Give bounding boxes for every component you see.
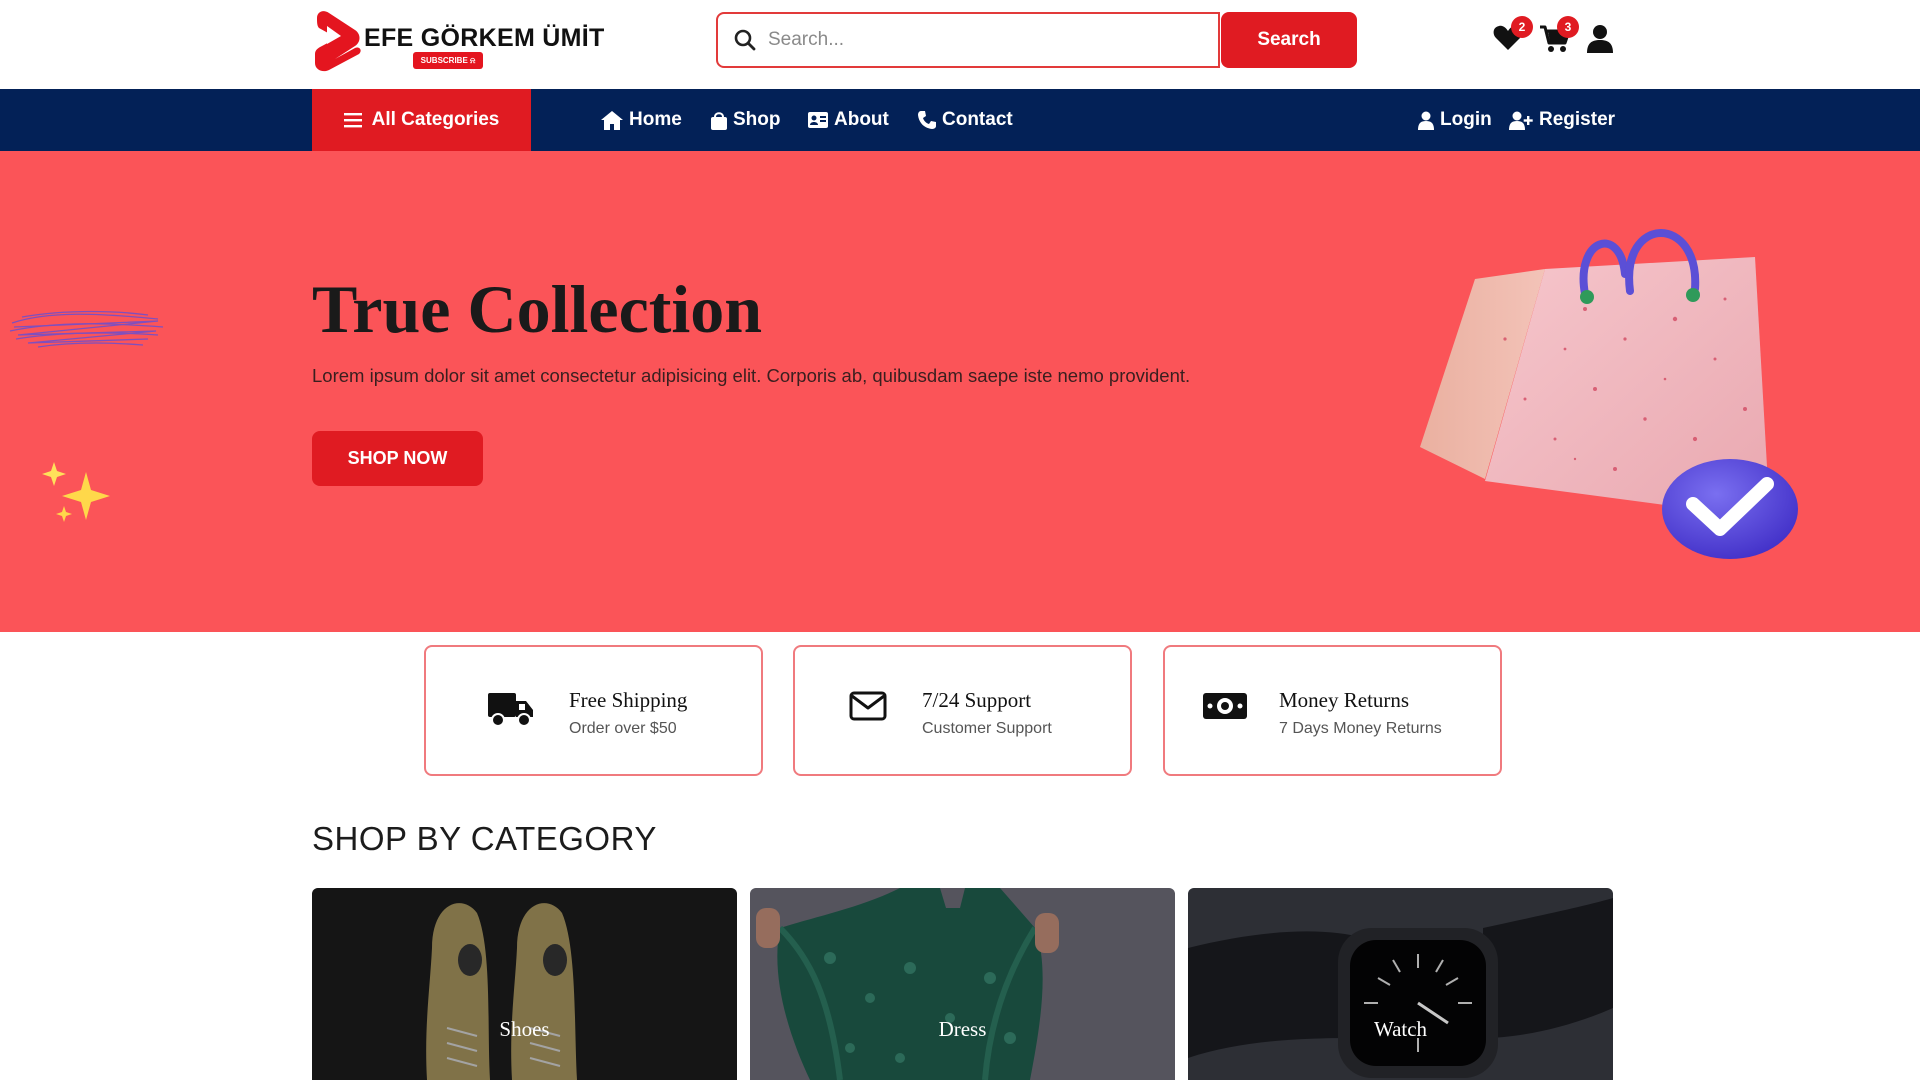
sparkles-icon — [42, 462, 110, 522]
account-button[interactable] — [1587, 24, 1621, 56]
play-logo-icon — [315, 11, 361, 72]
user-icon — [1418, 111, 1434, 130]
hero-title: True Collection — [312, 271, 763, 347]
nav-shop-label: Shop — [733, 109, 781, 130]
nav-shop[interactable]: Shop — [711, 89, 781, 151]
feature-card-money-returns: Money Returns 7 Days Money Returns — [1163, 645, 1502, 776]
category-label: Watch — [1373, 1017, 1428, 1041]
feature-subtitle: Customer Support — [922, 720, 1052, 737]
user-plus-icon — [1509, 111, 1533, 130]
login-link[interactable]: Login — [1418, 89, 1492, 151]
section-title: SHOP BY CATEGORY — [312, 820, 657, 857]
dress-image — [750, 888, 1175, 1080]
register-label: Register — [1539, 109, 1616, 130]
envelope-icon — [849, 691, 887, 721]
feature-subtitle: Order over $50 — [569, 720, 677, 737]
feature-card-free-shipping: Free Shipping Order over $50 — [424, 645, 763, 776]
hero-banner: True Collection Lorem ipsum dolor sit am… — [0, 151, 1920, 632]
feature-title: Money Returns — [1279, 688, 1410, 712]
home-icon — [601, 110, 623, 130]
brand-name: EFE GÖRKEM ÜMİT — [364, 24, 605, 52]
category-label: Shoes — [499, 1017, 550, 1041]
watch-image — [1188, 888, 1613, 1080]
wishlist-button[interactable]: 2 — [1493, 16, 1533, 56]
nav-home-label: Home — [629, 109, 682, 130]
feature-subtitle: 7 Days Money Returns — [1279, 720, 1442, 737]
category-card-shoes[interactable]: Shoes — [312, 888, 737, 1080]
feature-title: Free Shipping — [569, 688, 688, 712]
shoes-image — [312, 888, 737, 1080]
cart-button[interactable]: 3 — [1539, 16, 1579, 56]
money-icon — [1203, 693, 1247, 719]
nav-about[interactable]: About — [808, 89, 889, 151]
brand-logo[interactable]: EFE GÖRKEM ÜMİT SUBSCRIBE ⍾ — [311, 10, 604, 72]
login-label: Login — [1440, 109, 1492, 130]
search-input[interactable] — [768, 14, 1208, 66]
all-categories-button[interactable]: All Categories — [312, 89, 531, 151]
subscribe-label: SUBSCRIBE — [420, 56, 468, 65]
search-box — [716, 12, 1220, 68]
shopping-bag-illustration-icon — [1420, 229, 1798, 559]
feature-title: 7/24 Support — [922, 688, 1032, 712]
category-card-dress[interactable]: Dress — [750, 888, 1175, 1080]
cart-count-badge: 3 — [1557, 16, 1579, 38]
search-icon — [734, 29, 756, 51]
site-header: EFE GÖRKEM ÜMİT SUBSCRIBE ⍾ Search 2 3 — [0, 0, 1920, 89]
register-link[interactable]: Register — [1509, 89, 1615, 151]
nav-home[interactable]: Home — [601, 89, 682, 151]
feature-card-support: 7/24 Support Customer Support — [793, 645, 1132, 776]
category-card-watch[interactable]: Watch — [1188, 888, 1613, 1080]
category-label: Dress — [938, 1017, 987, 1041]
truck-icon — [488, 693, 533, 727]
menu-icon — [343, 112, 362, 127]
main-nav: All Categories Home Shop About Contact L… — [0, 89, 1920, 151]
subscribe-badge: SUBSCRIBE ⍾ — [413, 52, 483, 69]
nav-contact[interactable]: Contact — [918, 89, 1013, 151]
id-card-icon — [808, 112, 828, 128]
shopping-bag-icon — [711, 111, 727, 130]
hero-description: Lorem ipsum dolor sit amet consectetur a… — [312, 365, 1191, 386]
user-icon — [1587, 25, 1613, 53]
wishlist-count-badge: 2 — [1511, 16, 1533, 38]
shop-now-button[interactable]: SHOP NOW — [312, 431, 483, 486]
nav-contact-label: Contact — [942, 109, 1013, 130]
search-button[interactable]: Search — [1221, 12, 1357, 68]
nav-about-label: About — [834, 109, 889, 130]
all-categories-label: All Categories — [371, 109, 500, 130]
phone-icon — [918, 111, 936, 129]
scribble-decoration-icon — [9, 310, 164, 348]
